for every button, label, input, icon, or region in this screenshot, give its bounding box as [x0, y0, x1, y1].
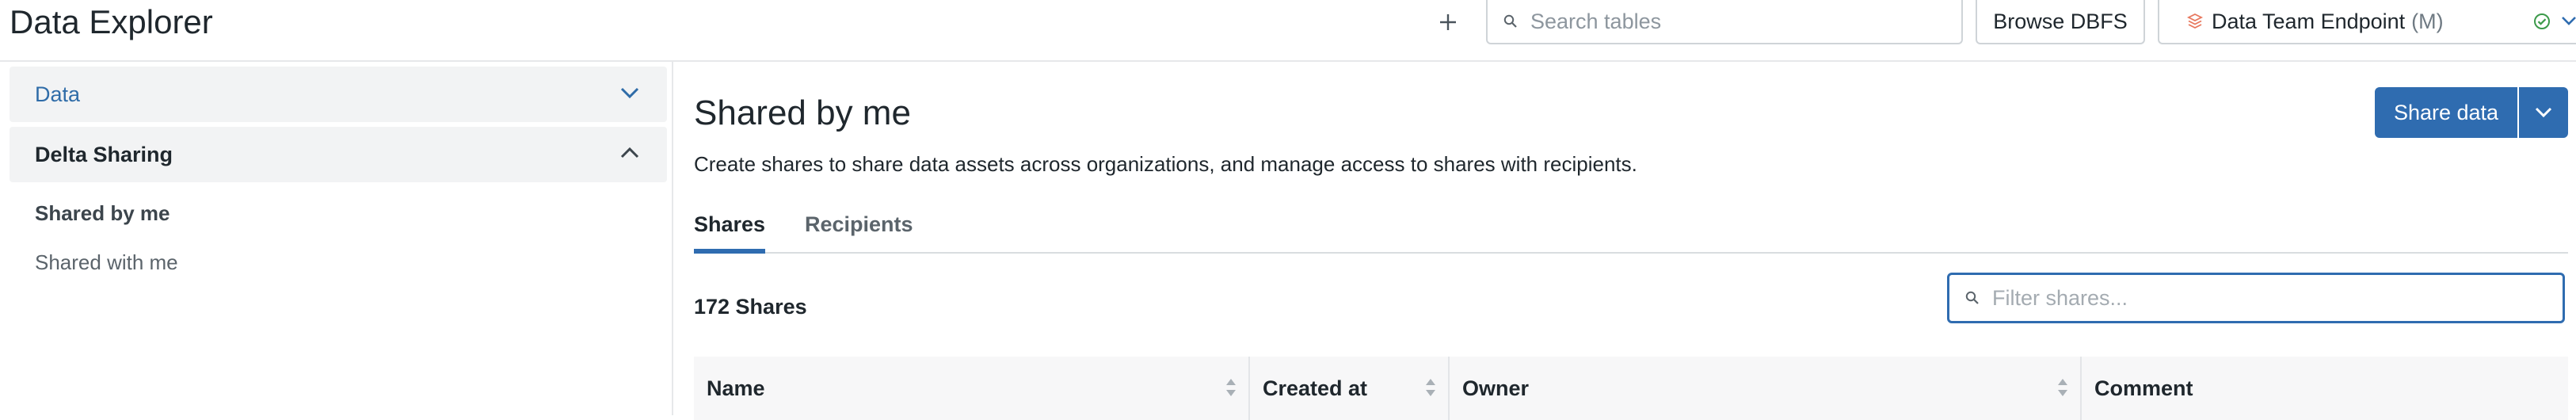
endpoint-selector[interactable]: Data Team Endpoint (M): [2158, 0, 2576, 44]
sidebar-section-data[interactable]: Data: [10, 67, 667, 122]
filter-shares-input[interactable]: [1991, 284, 2548, 311]
search-tables-box[interactable]: [1486, 0, 1963, 44]
share-data-dropdown-button[interactable]: [2519, 87, 2568, 138]
column-header-name[interactable]: Name: [694, 357, 1248, 420]
plus-icon: [1440, 14, 1456, 30]
share-data-button-group: Share data: [2375, 87, 2568, 138]
sidebar: Data Delta Sharing Shared by me Shared w…: [0, 62, 673, 415]
search-icon: [1965, 291, 1979, 304]
tab-recipients[interactable]: Recipients: [805, 212, 913, 252]
page-description: Create shares to share data assets acros…: [694, 152, 1637, 176]
sort-icon: [1426, 379, 1435, 396]
search-icon: [1503, 14, 1517, 28]
sidebar-section-label: Delta Sharing: [35, 142, 173, 166]
endpoint-stack-icon: [2186, 13, 2204, 29]
browse-dbfs-button[interactable]: Browse DBFS: [1976, 0, 2145, 44]
column-header-created-at[interactable]: Created at: [1248, 357, 1448, 420]
sidebar-item-shared-by-me[interactable]: Shared by me: [35, 201, 170, 226]
chevron-down-icon: [2562, 17, 2576, 25]
check-circle-icon: [2534, 13, 2550, 29]
chevron-down-icon: [2535, 107, 2552, 118]
table-header: Name Created at Owner Comment: [694, 357, 2568, 420]
endpoint-name: Data Team Endpoint: [2212, 9, 2406, 33]
sidebar-section-label: Data: [35, 82, 81, 106]
add-button[interactable]: [1432, 6, 1464, 38]
sidebar-section-delta-sharing[interactable]: Delta Sharing: [10, 127, 667, 182]
column-header-comment: Comment: [2080, 357, 2568, 420]
sidebar-item-shared-with-me[interactable]: Shared with me: [35, 250, 178, 275]
column-header-owner[interactable]: Owner: [1448, 357, 2080, 420]
filter-shares-box[interactable]: [1947, 273, 2565, 323]
page-title: Shared by me: [694, 94, 911, 132]
tab-shares[interactable]: Shares: [694, 212, 766, 254]
column-label: Name: [707, 376, 765, 400]
column-label: Owner: [1462, 376, 1530, 400]
column-label: Created at: [1263, 376, 1368, 400]
sort-icon: [1226, 379, 1236, 396]
shares-count: 172 Shares: [694, 295, 807, 319]
app-title: Data Explorer: [10, 3, 213, 40]
column-label: Comment: [2094, 376, 2193, 400]
search-tables-input[interactable]: [1529, 8, 1960, 35]
chevron-down-icon: [620, 87, 639, 99]
share-data-button[interactable]: Share data: [2375, 87, 2517, 138]
top-bar: Data Explorer Browse DBFS Data Team Endp…: [0, 0, 2576, 62]
main-content: Shared by me Share data Create shares to…: [673, 62, 2576, 420]
endpoint-size: (M): [2411, 9, 2444, 33]
chevron-up-icon: [620, 147, 639, 158]
sort-icon: [2058, 379, 2067, 396]
tabs-bar: Shares Recipients: [694, 212, 2568, 254]
